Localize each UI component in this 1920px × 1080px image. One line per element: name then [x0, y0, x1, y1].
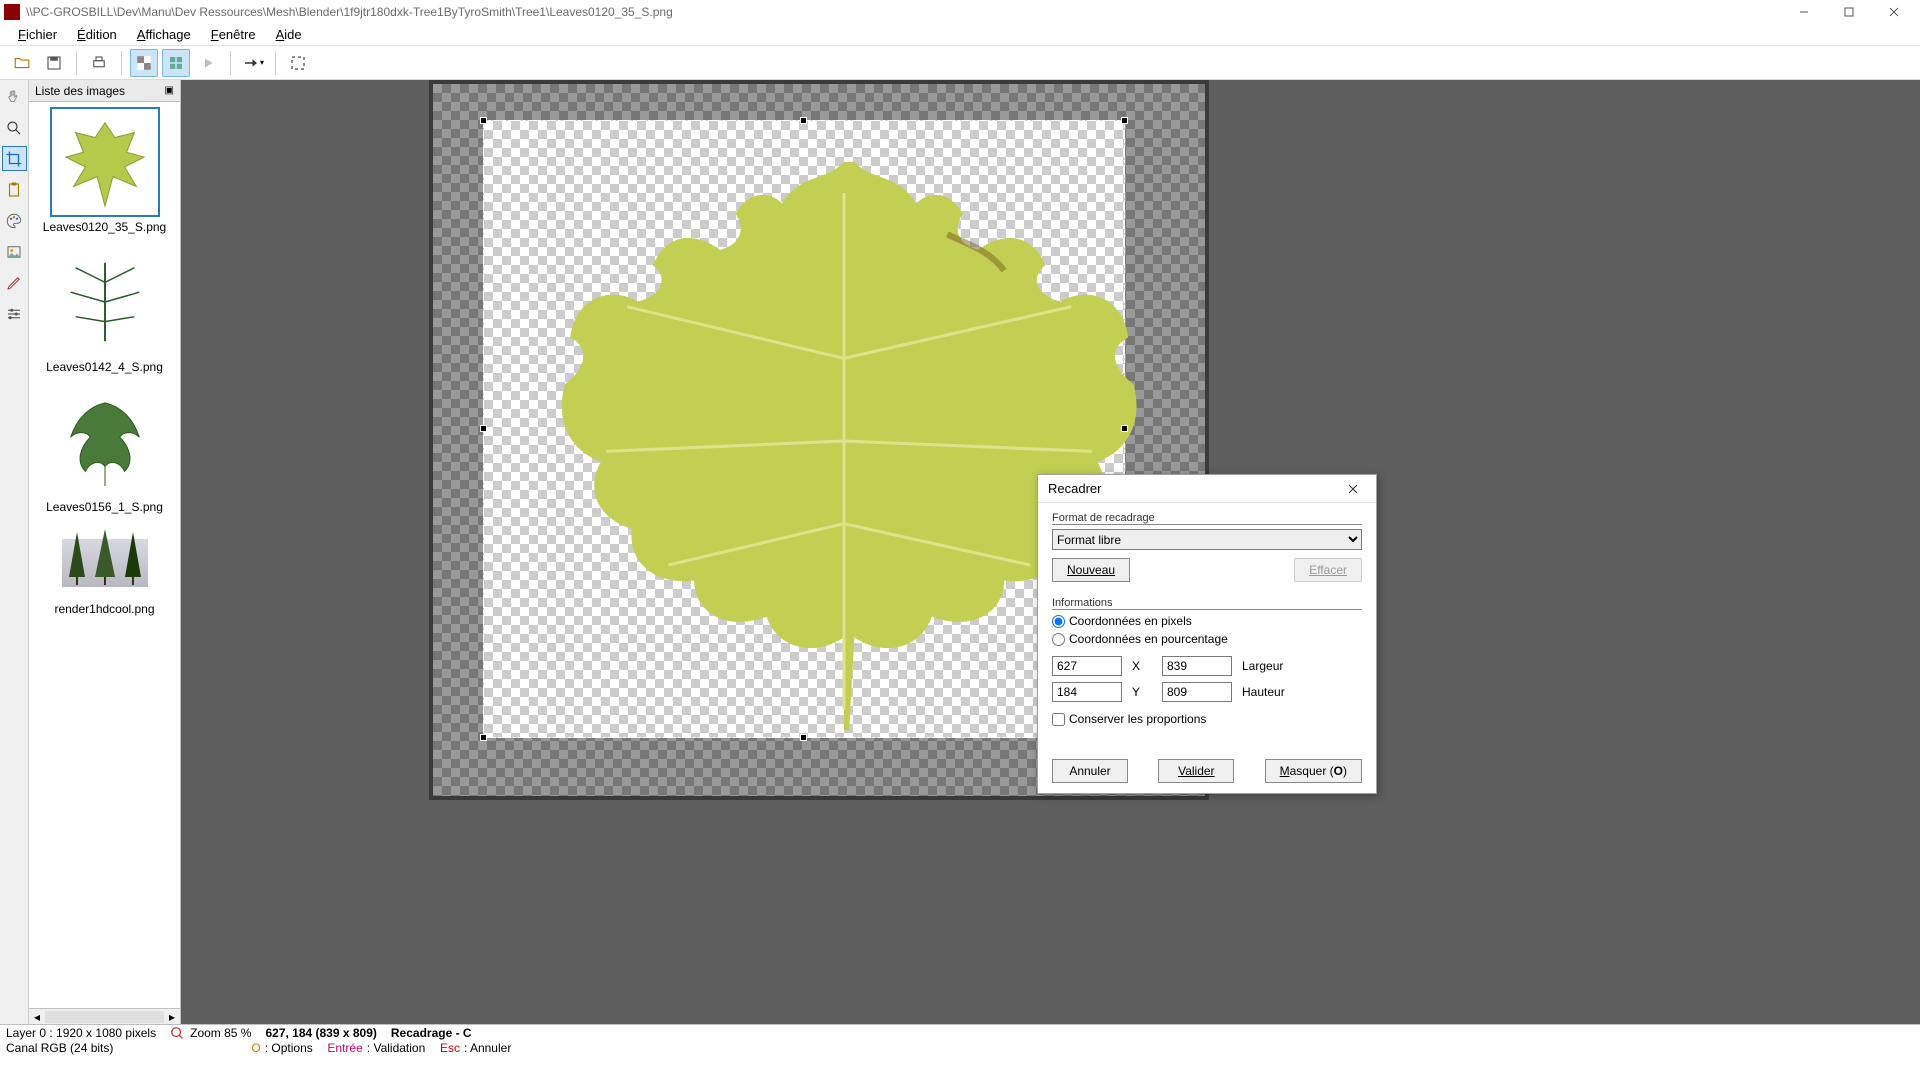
- zoom-icon: [170, 1026, 184, 1040]
- crop-h-input[interactable]: [1162, 682, 1232, 702]
- crop-w-input[interactable]: [1162, 656, 1232, 676]
- menu-bar: Fichier Édition Affichage Fenêtre Aide: [0, 24, 1920, 46]
- crop-x-input[interactable]: [1052, 656, 1122, 676]
- forward-button[interactable]: ▾: [239, 49, 267, 77]
- thumbnail-label: Leaves0142_4_S.png: [33, 360, 176, 374]
- play-button[interactable]: [194, 49, 222, 77]
- crop-hide-button[interactable]: Masquer (O): [1265, 759, 1362, 783]
- toolbar-separator: [121, 51, 122, 75]
- thumbnail-label: Leaves0156_1_S.png: [33, 500, 176, 514]
- status-zoom: Zoom 85 %: [190, 1026, 251, 1040]
- crop-w-label: Largeur: [1242, 659, 1362, 673]
- crop-y-input[interactable]: [1052, 682, 1122, 702]
- crop-y-label: Y: [1132, 685, 1152, 699]
- status-position: 627, 184 (839 x 809): [265, 1026, 376, 1040]
- scroll-left-icon[interactable]: ◂: [29, 1010, 45, 1024]
- crop-new-button[interactable]: Nouveau: [1052, 558, 1130, 582]
- palette-tool[interactable]: [2, 208, 27, 233]
- menu-file[interactable]: Fichier: [8, 25, 67, 44]
- crop-format-select[interactable]: Format libre: [1052, 529, 1362, 550]
- maximize-button[interactable]: [1826, 0, 1871, 24]
- dialog-close-button[interactable]: [1340, 476, 1366, 502]
- thumbnail-label: Leaves0120_35_S.png: [33, 220, 176, 234]
- thumbnail-item[interactable]: render1hdcool.png: [33, 528, 176, 616]
- crop-handle[interactable]: [1121, 425, 1128, 432]
- status-key-enter: Entrée: [327, 1041, 362, 1055]
- open-button[interactable]: [8, 49, 36, 77]
- crop-handle[interactable]: [1121, 117, 1128, 124]
- zoom-tool[interactable]: [2, 115, 27, 140]
- app-icon: [4, 4, 20, 20]
- toolbar-separator: [76, 51, 77, 75]
- hand-tool[interactable]: [2, 84, 27, 109]
- clipboard-tool[interactable]: [2, 177, 27, 202]
- checker-button[interactable]: [130, 49, 158, 77]
- status-bar: Layer 0 : 1920 x 1080 pixels Zoom 85 % 6…: [0, 1024, 1920, 1056]
- dialog-titlebar[interactable]: Recadrer: [1038, 475, 1376, 503]
- info-section-label: Informations: [1052, 596, 1362, 610]
- main-toolbar: ▾: [0, 46, 1920, 80]
- menu-edit[interactable]: Édition: [67, 25, 127, 44]
- scroll-track[interactable]: [45, 1011, 164, 1023]
- image-list-body[interactable]: Leaves0120_35_S.png Leaves0142_4_S.png L…: [29, 102, 180, 1008]
- keep-ratio-checkbox[interactable]: Conserver les proportions: [1052, 712, 1362, 726]
- crop-handle[interactable]: [800, 734, 807, 741]
- scroll-right-icon[interactable]: ▸: [164, 1010, 180, 1024]
- image-tool[interactable]: [2, 239, 27, 264]
- menu-view[interactable]: Affichage: [127, 25, 201, 44]
- title-bar: \\PC-GROSBILL\Dev\Manu\Dev Ressources\Me…: [0, 0, 1920, 24]
- crop-cancel-button[interactable]: Annuler: [1052, 759, 1128, 783]
- crop-tool[interactable]: [2, 146, 27, 171]
- image-list-header[interactable]: Liste des images ▣: [29, 80, 180, 102]
- menu-help[interactable]: Aide: [266, 25, 312, 44]
- image-list-panel: Liste des images ▣ Leaves0120_35_S.png L…: [29, 80, 181, 1024]
- minimize-button[interactable]: [1781, 0, 1826, 24]
- status-layer: Layer 0 : 1920 x 1080 pixels: [6, 1026, 156, 1040]
- coord-pixels-radio[interactable]: Coordonnées en pixels: [1052, 614, 1362, 628]
- print-button[interactable]: [85, 49, 113, 77]
- dialog-title: Recadrer: [1048, 481, 1340, 496]
- fullscreen-button[interactable]: [284, 49, 312, 77]
- crop-validate-button[interactable]: Valider: [1158, 759, 1234, 783]
- toolbar-separator: [230, 51, 231, 75]
- thumbnail-item[interactable]: Leaves0142_4_S.png: [33, 248, 176, 374]
- thumbnail-scrollbar[interactable]: ◂ ▸: [29, 1008, 180, 1024]
- sliders-tool[interactable]: [2, 301, 27, 326]
- status-key-esc: Esc: [440, 1041, 460, 1055]
- pin-icon[interactable]: ▣: [165, 85, 174, 96]
- status-key-o: O: [251, 1041, 260, 1055]
- brush-tool[interactable]: [2, 270, 27, 295]
- status-channel: Canal RGB (24 bits): [6, 1041, 113, 1055]
- grid-button[interactable]: [162, 49, 190, 77]
- crop-handle[interactable]: [480, 425, 487, 432]
- crop-selection[interactable]: [483, 120, 1125, 738]
- close-button[interactable]: [1871, 0, 1916, 24]
- crop-h-label: Hauteur: [1242, 685, 1362, 699]
- status-tool: Recadrage - C: [391, 1026, 472, 1040]
- coord-percent-radio[interactable]: Coordonnées en pourcentage: [1052, 632, 1362, 646]
- crop-clear-button: Effacer: [1294, 558, 1362, 582]
- crop-x-label: X: [1132, 659, 1152, 673]
- vertical-toolbar: [0, 80, 29, 1024]
- crop-dialog: Recadrer Format de recadrage Format libr…: [1037, 474, 1377, 794]
- crop-handle[interactable]: [480, 734, 487, 741]
- window-title: \\PC-GROSBILL\Dev\Manu\Dev Ressources\Me…: [26, 5, 1781, 19]
- image-list-title: Liste des images: [35, 84, 125, 98]
- crop-handle[interactable]: [800, 117, 807, 124]
- format-section-label: Format de recadrage: [1052, 511, 1362, 525]
- save-button[interactable]: [40, 49, 68, 77]
- thumbnail-item[interactable]: Leaves0120_35_S.png: [33, 108, 176, 234]
- crop-handle[interactable]: [480, 117, 487, 124]
- toolbar-separator: [275, 51, 276, 75]
- thumbnail-item[interactable]: Leaves0156_1_S.png: [33, 388, 176, 514]
- thumbnail-label: render1hdcool.png: [33, 602, 176, 616]
- menu-window[interactable]: Fenêtre: [201, 25, 266, 44]
